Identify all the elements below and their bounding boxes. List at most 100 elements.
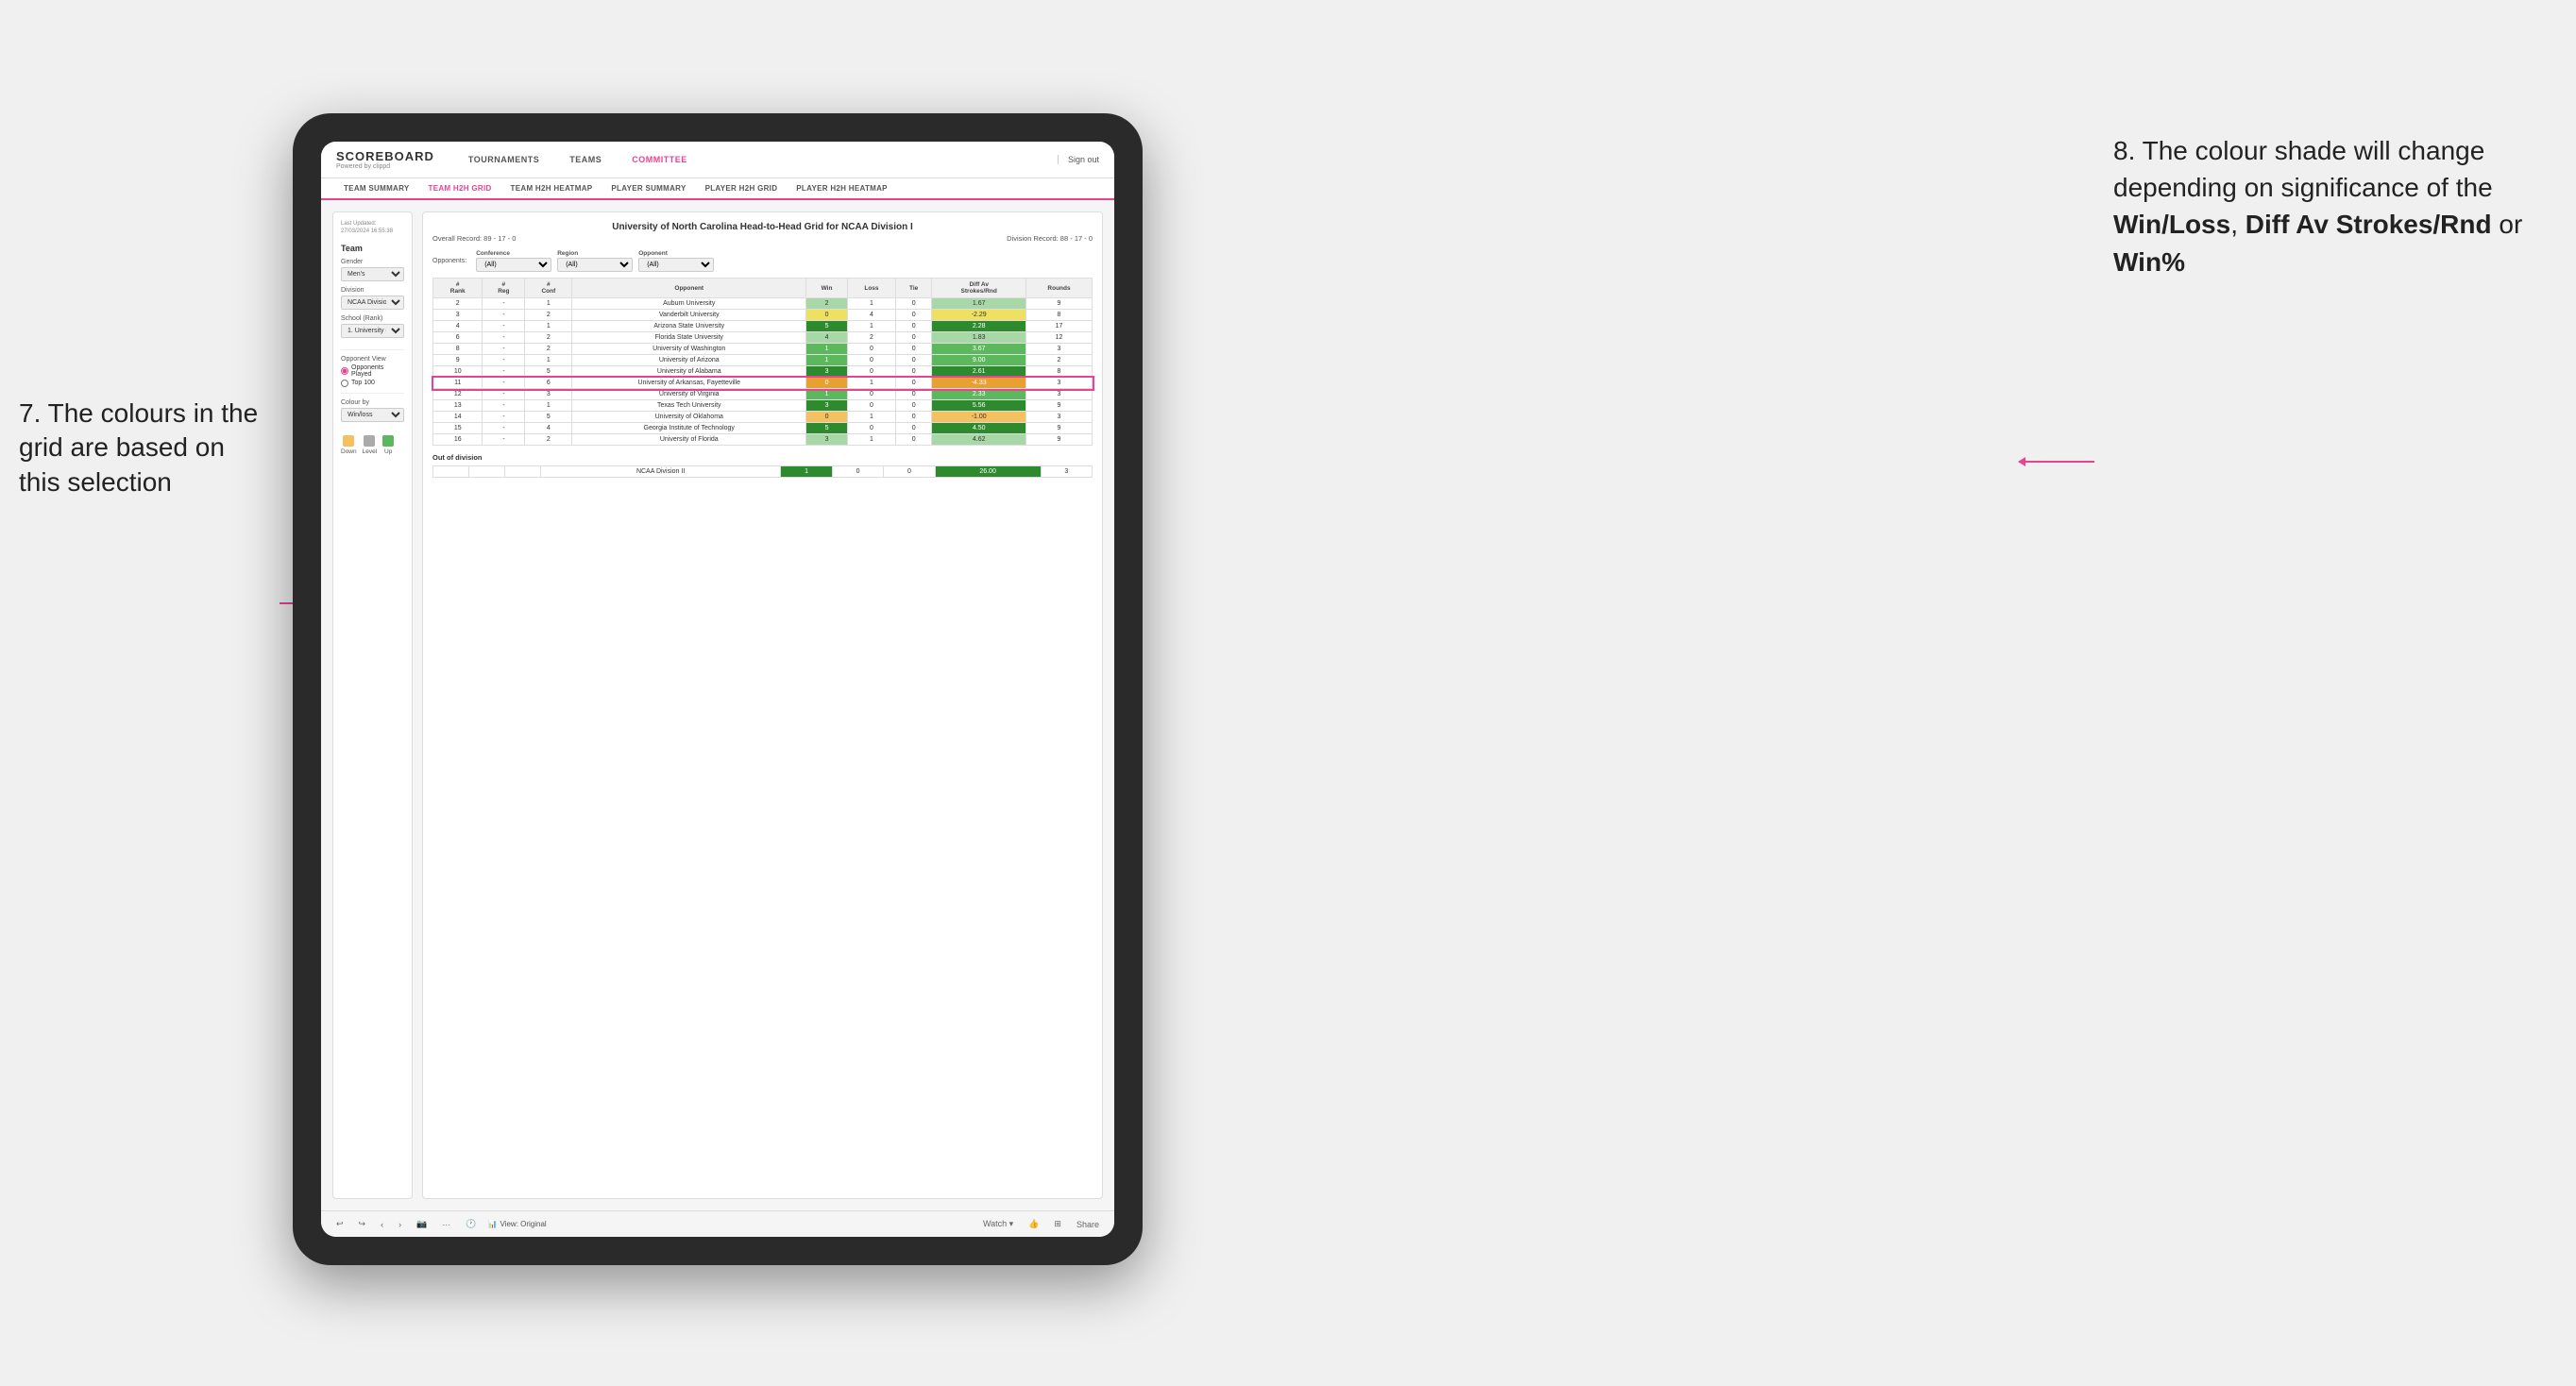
cell-reg: -	[483, 332, 525, 344]
cell-tie: 0	[895, 400, 932, 412]
table-row: 2 - 1 Auburn University 2 1 0 1.67 9	[433, 298, 1093, 310]
cell-win: 0	[806, 310, 848, 321]
cell-loss: 0	[847, 400, 895, 412]
cell-rounds: 3	[1026, 412, 1093, 423]
table-row: 15 - 4 Georgia Institute of Technology 5…	[433, 423, 1093, 434]
more-button[interactable]: ···	[438, 1218, 454, 1231]
cell-reg: -	[483, 344, 525, 355]
feedback-button[interactable]: 👍	[1025, 1217, 1042, 1231]
cell-diff: 9.00	[932, 355, 1026, 366]
cell-win: 0	[806, 412, 848, 423]
annotation-right-arrow	[2019, 461, 2094, 463]
col-tie: Tie	[895, 279, 932, 298]
table-row: 10 - 5 University of Alabama 3 0 0 2.61 …	[433, 366, 1093, 378]
cell-win: 5	[806, 321, 848, 332]
cell-opponent: University of Washington	[572, 344, 806, 355]
down-colour-dot	[343, 435, 354, 447]
cell-opponent: Florida State University	[572, 332, 806, 344]
redo-button[interactable]: ↪	[355, 1217, 370, 1231]
annotation-left: 7. The colours in the grid are based on …	[19, 397, 264, 499]
tab-player-summary[interactable]: PLAYER SUMMARY	[603, 178, 693, 200]
cell-opponent: Georgia Institute of Technology	[572, 423, 806, 434]
table-row: 6 - 2 Florida State University 4 2 0 1.8…	[433, 332, 1093, 344]
cell-diff: 3.67	[932, 344, 1026, 355]
col-reg: #Reg	[483, 279, 525, 298]
tab-team-h2h-grid[interactable]: TEAM H2H GRID	[421, 178, 500, 200]
cell-rank: 6	[433, 332, 483, 344]
out-of-division-label: Out of division	[432, 453, 1093, 462]
level-colour-dot	[364, 435, 375, 447]
table-row: 4 - 1 Arizona State University 5 1 0 2.2…	[433, 321, 1093, 332]
radio-opponents-played[interactable]: Opponents Played	[341, 364, 404, 378]
undo-button[interactable]: ↩	[332, 1217, 347, 1231]
cell-opponent: Vanderbilt University	[572, 310, 806, 321]
nav-teams[interactable]: TEAMS	[564, 151, 607, 168]
cell-diff: 2.28	[932, 321, 1026, 332]
col-conf: #Conf	[525, 279, 572, 298]
cell-reg: -	[483, 378, 525, 389]
back-button[interactable]: ‹	[377, 1218, 387, 1231]
cell-opponent: University of Arkansas, Fayetteville	[572, 378, 806, 389]
cell-tie: 0	[895, 344, 932, 355]
cell-diff: 26.00	[935, 466, 1041, 478]
camera-button[interactable]: 📷	[413, 1217, 431, 1231]
cell-opponent: NCAA Division II	[540, 466, 781, 478]
cell-win: 3	[806, 400, 848, 412]
cell-opponent: University of Oklahoma	[572, 412, 806, 423]
opponent-view-group: Opponents Played Top 100	[341, 364, 404, 387]
tab-player-h2h-heatmap[interactable]: PLAYER H2H HEATMAP	[788, 178, 895, 200]
tab-team-h2h-heatmap[interactable]: TEAM H2H HEATMAP	[503, 178, 601, 200]
cell-loss: 0	[847, 366, 895, 378]
cell-rank: 12	[433, 389, 483, 400]
nav-tournaments[interactable]: TOURNAMENTS	[463, 151, 545, 168]
cell-diff: -4.33	[932, 378, 1026, 389]
clock-button[interactable]: 🕐	[462, 1217, 480, 1231]
grid-button[interactable]: ⊞	[1050, 1217, 1065, 1231]
cell-win: 0	[806, 378, 848, 389]
sub-nav: TEAM SUMMARY TEAM H2H GRID TEAM H2H HEAT…	[321, 178, 1114, 200]
cell-rounds: 3	[1041, 466, 1092, 478]
opponent-select[interactable]: (All)	[638, 258, 714, 272]
share-button[interactable]: Share	[1073, 1218, 1103, 1231]
colour-by-select[interactable]: Win/loss	[341, 408, 404, 422]
sidebar: Last Updated: 27/03/2024 16:55:38 Team G…	[332, 211, 413, 1199]
division-select[interactable]: NCAA Division I	[341, 296, 404, 310]
cell-rank: 9	[433, 355, 483, 366]
cell-diff: 5.56	[932, 400, 1026, 412]
sign-out-button[interactable]: Sign out	[1058, 155, 1099, 164]
nav-committee[interactable]: COMMITTEE	[626, 151, 693, 168]
col-diff: Diff AvStrokes/Rnd	[932, 279, 1026, 298]
forward-button[interactable]: ›	[395, 1218, 405, 1231]
table-row: 9 - 1 University of Arizona 1 0 0 9.00 2	[433, 355, 1093, 366]
cell-reg: -	[483, 355, 525, 366]
view-original[interactable]: 📊 View: Original	[488, 1220, 547, 1228]
tab-player-h2h-grid[interactable]: PLAYER H2H GRID	[698, 178, 786, 200]
cell-win: 2	[806, 298, 848, 310]
cell-loss: 4	[847, 310, 895, 321]
cell-loss: 1	[847, 321, 895, 332]
cell-reg: -	[483, 400, 525, 412]
gender-select[interactable]: Men's	[341, 267, 404, 281]
team-section-title: Team	[341, 244, 404, 253]
opponent-view-label: Opponent View	[341, 356, 404, 363]
division-label: Division	[341, 287, 404, 294]
cell-tie: 0	[895, 412, 932, 423]
school-label: School (Rank)	[341, 315, 404, 322]
cell-win: 1	[806, 355, 848, 366]
cell-opponent: Arizona State University	[572, 321, 806, 332]
conference-filter: Conference (All)	[476, 250, 551, 272]
cell-rounds: 3	[1026, 344, 1093, 355]
cell-opponent: University of Arizona	[572, 355, 806, 366]
region-select[interactable]: (All)	[557, 258, 633, 272]
cell-rank: 15	[433, 423, 483, 434]
cell-opponent: Texas Tech University	[572, 400, 806, 412]
col-opponent: Opponent	[572, 279, 806, 298]
school-select[interactable]: 1. University of Nort...	[341, 324, 404, 338]
watch-button[interactable]: Watch ▾	[979, 1217, 1017, 1231]
radio-top100[interactable]: Top 100	[341, 380, 404, 387]
tab-team-summary[interactable]: TEAM SUMMARY	[336, 178, 417, 200]
table-row: 13 - 1 Texas Tech University 3 0 0 5.56 …	[433, 400, 1093, 412]
cell-loss: 1	[847, 434, 895, 446]
table-row: 12 - 3 University of Virginia 1 0 0 2.33…	[433, 389, 1093, 400]
conference-select[interactable]: (All)	[476, 258, 551, 272]
